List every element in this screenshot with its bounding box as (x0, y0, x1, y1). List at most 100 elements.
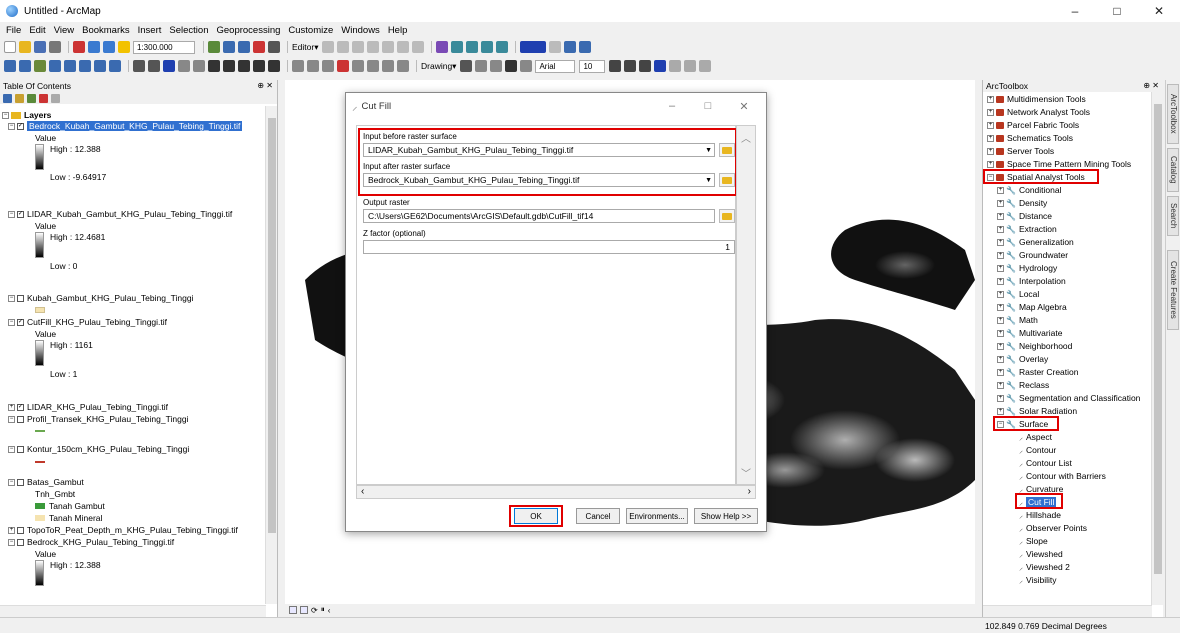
toolset-map-algebra[interactable]: + 🔧 Map Algebra (997, 302, 1067, 312)
trace-icon[interactable] (367, 41, 380, 53)
toolset-hydrology[interactable]: + 🔧 Hydrology (997, 263, 1057, 273)
editor-menu[interactable]: Editor▾ (292, 42, 318, 53)
list-by-selection-icon[interactable] (39, 93, 48, 103)
topology-icon[interactable] (481, 41, 494, 53)
arctoolbox-icon[interactable] (253, 41, 265, 53)
toolset-generalization[interactable]: + 🔧 Generalization (997, 237, 1074, 247)
tool-contour-list[interactable]: ⸝ Contour List (1019, 458, 1072, 469)
layout-view-icon[interactable] (300, 606, 308, 614)
text-icon[interactable] (505, 60, 518, 72)
input-before-raster-field[interactable]: LIDAR_Kubah_Gambut_KHG_Pulau_Tebing_Ting… (363, 143, 715, 157)
show-help-button[interactable]: Show Help >> (694, 508, 758, 524)
toolset-neighborhood[interactable]: + 🔧 Neighborhood (997, 341, 1072, 351)
toc-layer-batas-gambut[interactable]: − Batas_Gambut (8, 477, 84, 487)
georef-icon[interactable] (451, 41, 464, 53)
tool-viewshed-2[interactable]: ⸝ Viewshed 2 (1019, 562, 1070, 573)
toolset-groundwater[interactable]: + 🔧 Groundwater (997, 250, 1068, 260)
snapping-icon[interactable] (352, 60, 364, 72)
toc-layer-cutfill[interactable]: − ✓ CutFill_KHG_Pulau_Tebing_Tinggi.tif (8, 317, 167, 327)
italic-icon[interactable] (624, 60, 637, 72)
toolset-reclass[interactable]: + 🔧 Reclass (997, 380, 1049, 390)
fixed-zoom-in-icon[interactable] (64, 60, 76, 72)
browse-folder-button[interactable] (719, 209, 735, 223)
measure-icon[interactable] (208, 60, 220, 72)
straight-segment-icon[interactable] (352, 41, 365, 53)
select-features-icon[interactable] (133, 60, 145, 72)
toc-layer-lidar-khg[interactable]: + ✓ LIDAR_KHG_Pulau_Tebing_Tinggi.tif (8, 402, 168, 412)
identify-icon[interactable] (163, 60, 175, 72)
rectangle-icon[interactable] (490, 60, 503, 72)
line-color-icon[interactable] (684, 60, 697, 72)
attributes-icon[interactable] (412, 41, 425, 53)
pin-close-icon[interactable]: ⊕ ✕ (1143, 80, 1159, 92)
close-button[interactable]: ✕ (1138, 0, 1180, 22)
new-document-icon[interactable] (4, 41, 16, 53)
toolset-density[interactable]: + 🔧 Density (997, 198, 1047, 208)
layer-checkbox[interactable]: ✓ (17, 211, 24, 219)
pan-icon[interactable] (34, 60, 46, 72)
forward-icon[interactable] (109, 60, 121, 72)
dialog-maximize-button[interactable]: □ (690, 93, 726, 119)
toc-horizontal-scrollbar[interactable] (0, 605, 266, 617)
table-tool-icon[interactable] (397, 60, 409, 72)
layer-checkbox[interactable]: ✓ (17, 123, 24, 131)
dialog-title-bar[interactable]: ⸝ Cut Fill – □ ✕ (346, 93, 766, 119)
color-swatch-icon[interactable] (520, 41, 547, 53)
browse-folder-button[interactable] (719, 173, 735, 187)
scroll-right-icon[interactable]: › (748, 486, 751, 497)
tool-aspect[interactable]: ⸝ Aspect (1019, 432, 1052, 443)
toc-layer-bedrock-kubah[interactable]: − ✓ Bedrock_Kubah_Gambut_KHG_Pulau_Tebing_… (8, 121, 243, 131)
html-popup-icon[interactable] (193, 60, 205, 72)
python-icon[interactable] (268, 41, 280, 53)
layout-icon[interactable] (436, 41, 449, 53)
output-raster-field[interactable]: C:\Users\GE62\Documents\ArcGIS\Default.g… (363, 209, 715, 223)
callout-icon[interactable] (520, 60, 533, 72)
editor-toolbar-icon[interactable] (208, 41, 220, 53)
undo-icon[interactable] (88, 41, 100, 53)
dropdown-icon[interactable] (549, 41, 562, 53)
effects-icon[interactable] (292, 60, 304, 72)
menu-windows[interactable]: Windows (341, 25, 380, 36)
environments-button[interactable]: Environments... (626, 508, 688, 524)
font-name-combo[interactable]: Arial (535, 59, 576, 73)
toc-layer-lidar-kubah[interactable]: − ✓ LIDAR_Kubah_Gambut_KHG_Pulau_Tebing_Ti… (8, 209, 232, 219)
list-by-drawing-order-icon[interactable] (3, 93, 12, 103)
toolset-multivariate[interactable]: + 🔧 Multivariate (997, 328, 1062, 338)
grid-icon[interactable] (382, 60, 394, 72)
pause-icon[interactable]: ⏸ (321, 605, 325, 615)
toolset-conditional[interactable]: + 🔧 Conditional (997, 185, 1062, 195)
tool-slope[interactable]: ⸝ Slope (1019, 536, 1048, 547)
dropdown-arrow-icon[interactable]: ▼ (705, 145, 712, 156)
toolset-raster-creation[interactable]: + 🔧 Raster Creation (997, 367, 1079, 377)
font-size-combo[interactable]: 10 (579, 59, 606, 73)
find-icon[interactable] (223, 60, 235, 72)
georeference-icon[interactable] (337, 60, 349, 72)
dropdown-arrow-icon[interactable]: ▼ (705, 175, 712, 186)
cancel-button[interactable]: Cancel (576, 508, 620, 524)
scroll-left-icon[interactable]: ‹ (361, 486, 364, 497)
cut-fill-icon[interactable] (564, 41, 577, 53)
zoom-out-icon[interactable] (19, 60, 31, 72)
toc-root[interactable]: − Layers (2, 110, 51, 120)
back-icon[interactable] (94, 60, 106, 72)
toolbox-multidimension[interactable]: + Multidimension Tools (987, 94, 1086, 104)
toc-layer-profil-transek[interactable]: − Profil_Transek_KHG_Pulau_Tebing_Tinggi (8, 414, 188, 424)
toolset-overlay[interactable]: + 🔧 Overlay (997, 354, 1048, 364)
fill-color-icon[interactable] (669, 60, 682, 72)
toc-layer-topotor[interactable]: + TopoToR_Peat_Depth_m_KHG_Pulau_Tebing_T… (8, 525, 238, 535)
select-element-icon[interactable] (460, 60, 473, 72)
arctoolbox-vertical-scrollbar[interactable] (1151, 92, 1163, 605)
delete-icon[interactable] (73, 41, 85, 53)
layer-checkbox[interactable] (17, 479, 24, 487)
menu-customize[interactable]: Customize (288, 25, 333, 36)
toc-vertical-scrollbar[interactable] (265, 106, 277, 604)
menu-edit[interactable]: Edit (29, 25, 45, 36)
split-icon[interactable] (382, 41, 395, 53)
toolset-extraction[interactable]: + 🔧 Extraction (997, 224, 1057, 234)
pin-close-icon[interactable]: ⊕ ✕ (257, 80, 273, 92)
options-icon[interactable] (51, 93, 60, 103)
layer-checkbox[interactable]: ✓ (17, 319, 24, 327)
add-data-icon[interactable] (118, 41, 130, 53)
time-slider-icon[interactable] (268, 60, 280, 72)
menu-view[interactable]: View (54, 25, 74, 36)
